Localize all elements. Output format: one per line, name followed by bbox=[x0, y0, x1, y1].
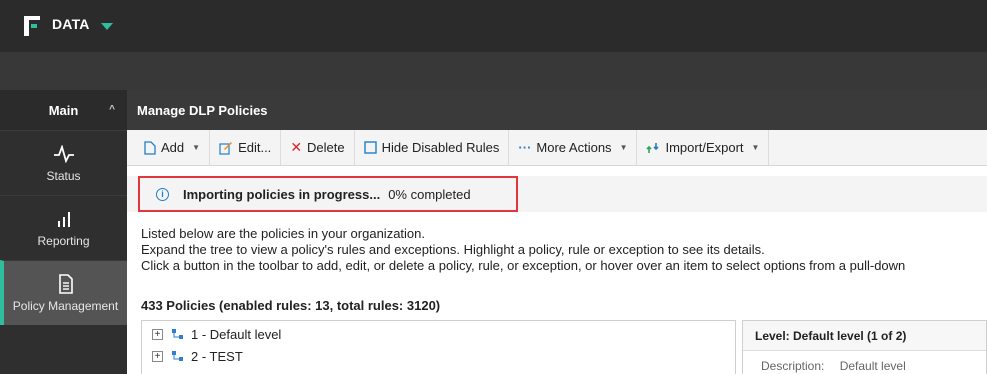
tree-item[interactable]: + 1 - Default level bbox=[142, 323, 735, 345]
edit-button-label: Edit... bbox=[238, 140, 272, 155]
policy-tree: + 1 - Default level + 2 - TEST bbox=[141, 320, 736, 374]
secondary-bar bbox=[0, 52, 987, 90]
hide-disabled-rules-label: Hide Disabled Rules bbox=[381, 140, 500, 155]
chevron-down-icon: ▼ bbox=[751, 143, 760, 152]
page-title: Manage DLP Policies bbox=[127, 90, 987, 130]
sidebar-item-label: Policy Management bbox=[12, 298, 119, 313]
import-export-button[interactable]: Import/Export ▼ bbox=[637, 130, 770, 165]
chevron-down-icon: ▼ bbox=[192, 143, 201, 152]
description-line: Click a button in the toolbar to add, ed… bbox=[141, 258, 906, 273]
add-button-label: Add bbox=[161, 140, 185, 155]
delete-x-icon: ✕ bbox=[290, 139, 303, 155]
ellipsis-icon: ··· bbox=[518, 140, 532, 155]
policy-summary: 433 Policies (enabled rules: 13, total r… bbox=[141, 298, 441, 313]
sidebar: Main ^ Status Reporting Policy Managemen… bbox=[0, 90, 127, 374]
edit-icon bbox=[219, 141, 233, 155]
description: Listed below are the policies in your or… bbox=[141, 226, 987, 274]
main-panel: Manage DLP Policies Add ▼ Edit... ✕ Dele… bbox=[127, 90, 987, 374]
sidebar-item-reporting[interactable]: Reporting bbox=[0, 195, 127, 260]
checkbox-icon bbox=[363, 141, 377, 154]
more-actions-label: More Actions bbox=[536, 140, 612, 155]
more-actions-button[interactable]: ··· More Actions ▼ bbox=[509, 130, 638, 165]
sidebar-header[interactable]: Main ^ bbox=[0, 90, 127, 130]
sidebar-item-status[interactable]: Status bbox=[0, 130, 127, 195]
detail-value: Default level bbox=[839, 359, 906, 373]
toolbar: Add ▼ Edit... ✕ Delete Hide Disabled Rul… bbox=[127, 130, 987, 166]
tree-item-label: 1 - Default level bbox=[191, 326, 282, 342]
bar-chart-icon bbox=[56, 208, 72, 230]
app-logo-icon bbox=[24, 16, 40, 36]
app-name[interactable]: DATA bbox=[52, 16, 90, 32]
sidebar-item-label: Reporting bbox=[37, 233, 90, 248]
sidebar-item-policy-management[interactable]: Policy Management bbox=[0, 260, 127, 325]
tree-item[interactable]: + 2 - TEST bbox=[142, 345, 735, 367]
detail-title: Level: Default level (1 of 2) bbox=[743, 321, 986, 351]
hierarchy-icon bbox=[171, 328, 185, 340]
notice-title: Importing policies in progress... bbox=[183, 186, 381, 202]
hierarchy-icon bbox=[171, 350, 185, 362]
delete-button[interactable]: ✕ Delete bbox=[281, 130, 355, 165]
top-bar: DATA bbox=[0, 0, 987, 52]
app-dropdown-caret-icon[interactable] bbox=[101, 23, 113, 30]
import-progress-notice: i Importing policies in progress... 0% c… bbox=[138, 176, 518, 212]
detail-key: Description: bbox=[761, 359, 825, 373]
sidebar-header-label: Main bbox=[48, 102, 79, 118]
expand-icon[interactable]: + bbox=[152, 350, 163, 362]
chevron-down-icon: ▼ bbox=[619, 143, 628, 152]
sidebar-item-label: Status bbox=[46, 168, 81, 183]
edit-button[interactable]: Edit... bbox=[210, 130, 282, 165]
expand-icon[interactable]: + bbox=[152, 328, 163, 340]
delete-button-label: Delete bbox=[307, 140, 345, 155]
tree-item-label: 2 - TEST bbox=[191, 348, 243, 364]
pulse-icon bbox=[53, 143, 75, 165]
add-button[interactable]: Add ▼ bbox=[135, 130, 211, 165]
description-line: Listed below are the policies in your or… bbox=[141, 226, 426, 241]
description-line: Expand the tree to view a policy's rules… bbox=[141, 242, 765, 257]
new-document-icon bbox=[144, 140, 156, 155]
chevron-up-icon[interactable]: ^ bbox=[109, 104, 115, 115]
detail-row: Description: Default level bbox=[743, 351, 986, 373]
import-export-icon bbox=[646, 142, 660, 154]
hide-disabled-rules-button[interactable]: Hide Disabled Rules bbox=[355, 130, 510, 165]
info-icon: i bbox=[156, 187, 169, 201]
detail-panel: Level: Default level (1 of 2) Descriptio… bbox=[742, 320, 987, 374]
document-icon bbox=[58, 273, 74, 295]
notice-progress: 0% completed bbox=[388, 186, 471, 202]
import-export-label: Import/Export bbox=[665, 140, 744, 155]
